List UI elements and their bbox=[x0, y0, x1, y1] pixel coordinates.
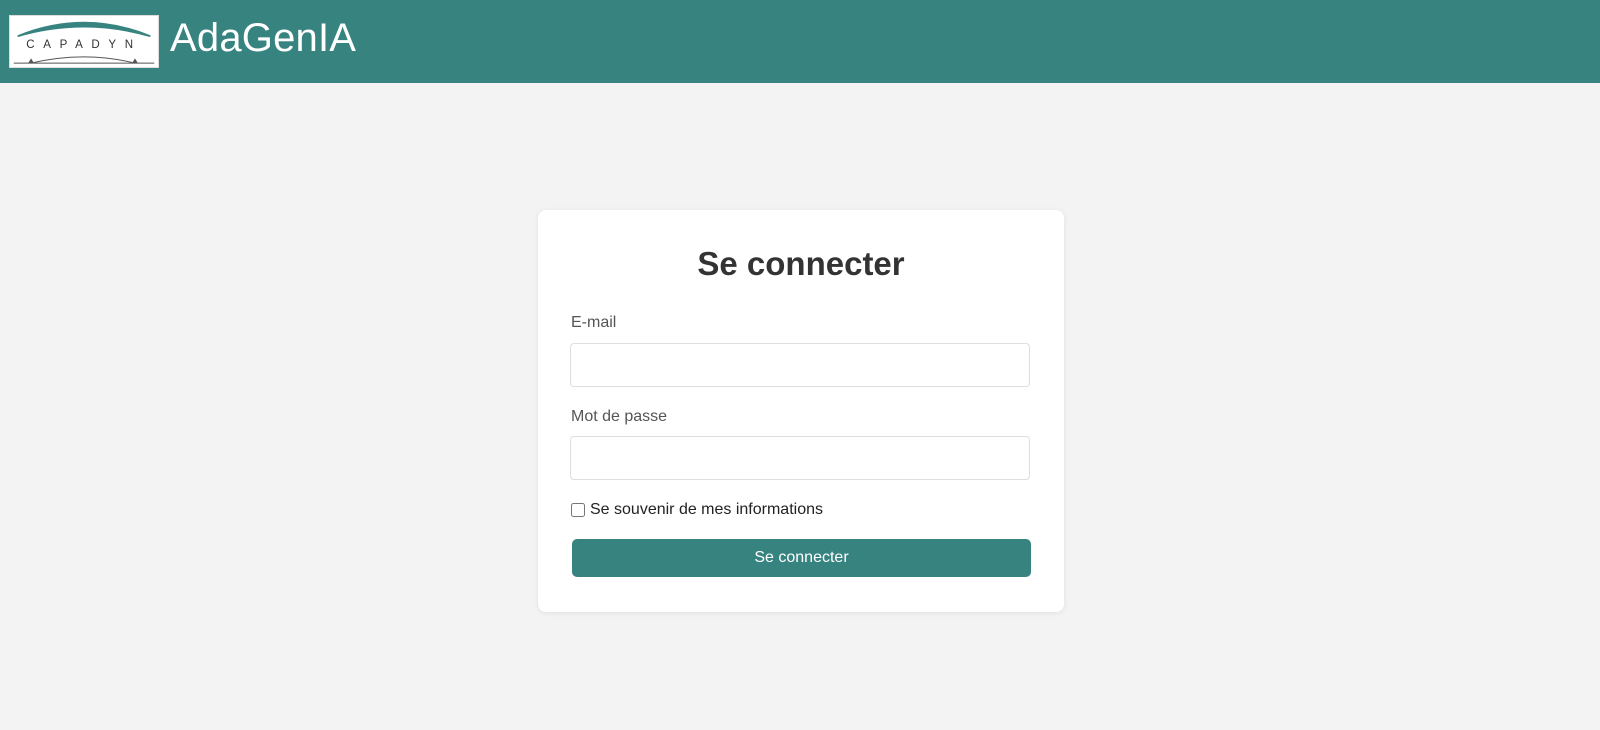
remember-me-label: Se souvenir de mes informations bbox=[590, 501, 823, 518]
logo-graphic: CAPADYN bbox=[13, 21, 155, 64]
top-header: CAPADYN AdaGenIA bbox=[0, 0, 1600, 83]
email-field[interactable] bbox=[570, 343, 1030, 387]
app-title: AdaGenIA bbox=[170, 16, 357, 60]
capadyn-logo[interactable]: CAPADYN bbox=[9, 15, 159, 68]
email-label: E-mail bbox=[571, 314, 617, 331]
svg-text:CAPADYN: CAPADYN bbox=[26, 39, 142, 51]
login-button[interactable]: Se connecter bbox=[572, 539, 1031, 577]
login-card: Se connecter E-mail Mot de passe Se souv… bbox=[538, 210, 1064, 612]
remember-me-checkbox[interactable] bbox=[571, 503, 585, 517]
password-field[interactable] bbox=[570, 436, 1030, 480]
remember-me[interactable]: Se souvenir de mes informations bbox=[571, 500, 823, 520]
password-label: Mot de passe bbox=[571, 408, 668, 425]
login-title: Se connecter bbox=[697, 245, 905, 282]
